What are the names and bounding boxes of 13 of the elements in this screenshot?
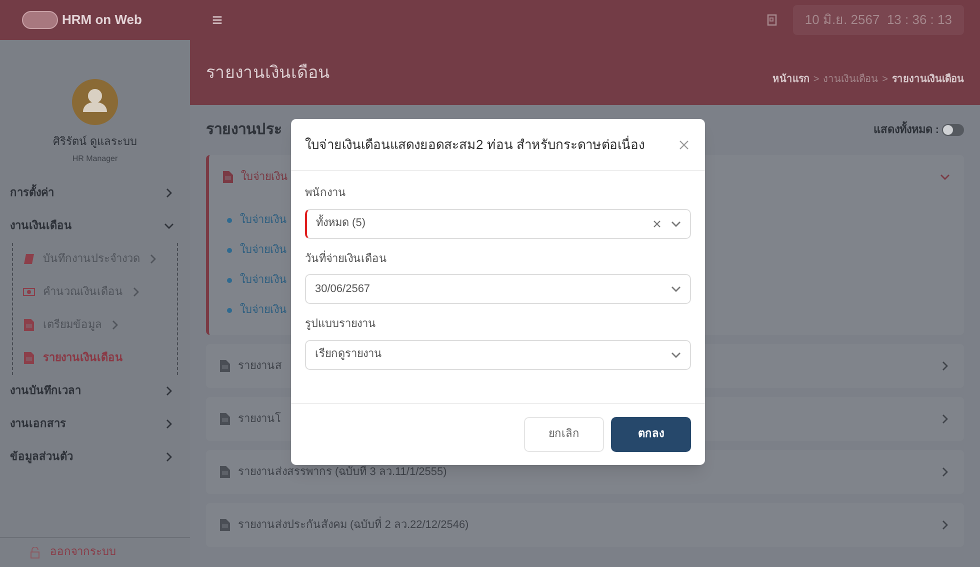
dialog-title: ใบจ่ายเงินเดือนแสดงยอดสะสม2 ท่อน สำหรับกระดาษต่อเนื่อง — [305, 134, 644, 154]
breadcrumb-separator: > — [882, 73, 888, 87]
user-role: HR Manager — [72, 152, 118, 164]
page-title: รายงานเงินเดือน — [206, 62, 330, 84]
field-label: วันที่จ่ายเงินเดือน — [305, 250, 388, 266]
field-label: รูปแบบรายงาน — [305, 317, 377, 332]
breadcrumb-separator: > — [813, 73, 820, 87]
user-name: ศิริรัตน์ ดูแลระบบ — [52, 134, 138, 150]
logo-text: HRM on Web — [62, 11, 142, 30]
datetime-display: 10 มิ.ย. 2567 13 : 36 : 13 — [792, 5, 964, 35]
section-title: รายงานประ — [206, 120, 282, 140]
show-all-label: แสดงทั้งหมด : — [873, 122, 939, 138]
field-label: พนักงาน — [305, 186, 347, 201]
